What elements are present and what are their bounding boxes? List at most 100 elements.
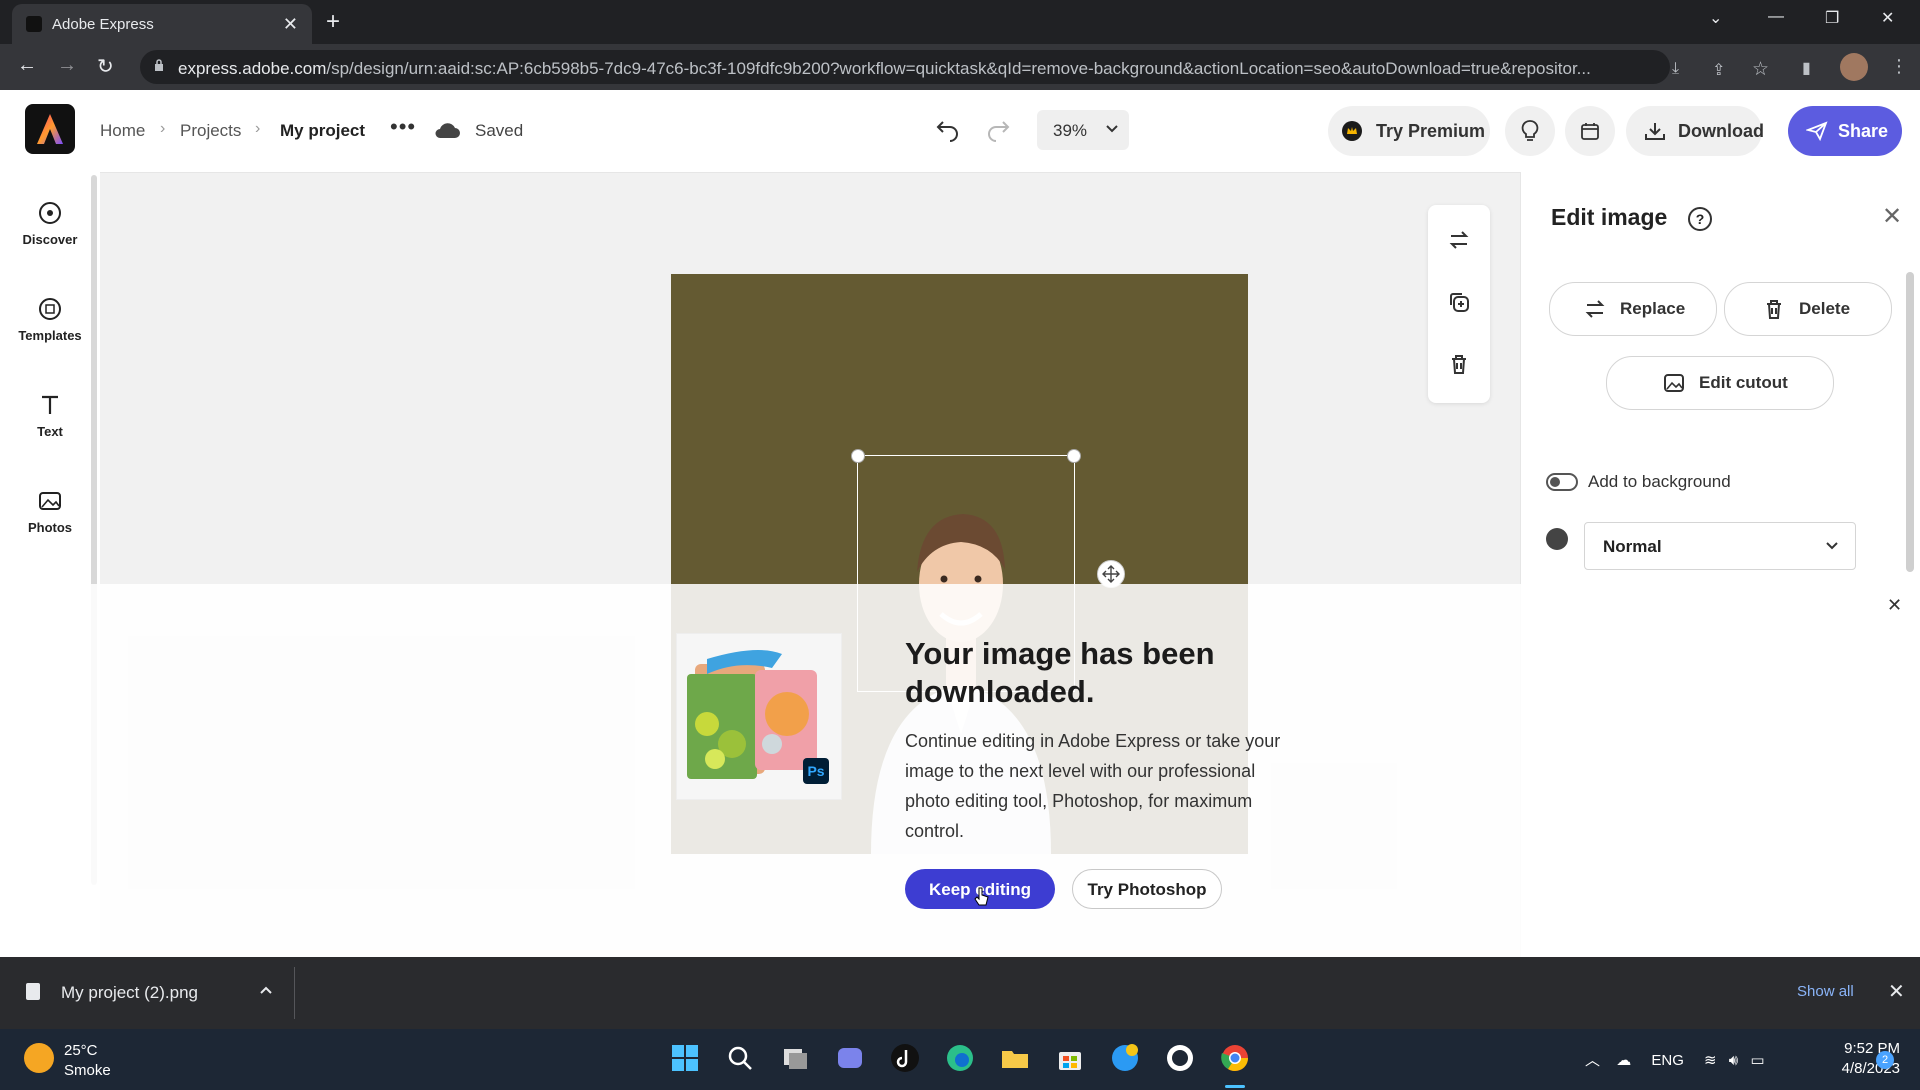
reload-icon[interactable]: ↻ — [97, 54, 114, 79]
breadcrumb-projects[interactable]: Projects — [180, 121, 241, 141]
duplicate-icon[interactable] — [1448, 291, 1470, 313]
share-page-icon[interactable]: ⇪ — [1712, 60, 1725, 80]
close-notice-icon[interactable]: ✕ — [1887, 595, 1902, 616]
browser-tab-bar: Adobe Express ✕ + ⌄ — ❐ ✕ — [0, 0, 1920, 44]
trash-icon — [1767, 300, 1781, 319]
delete-button[interactable]: Delete — [1724, 282, 1892, 336]
schedule-button[interactable] — [1565, 106, 1615, 156]
show-all-link[interactable]: Show all — [1797, 983, 1854, 1000]
close-download-bar-icon[interactable]: ✕ — [1888, 979, 1905, 1004]
tiktok-icon[interactable] — [890, 1043, 920, 1073]
minimize-icon[interactable]: — — [1768, 8, 1784, 26]
forward-icon[interactable]: → — [57, 54, 77, 77]
mouse-cursor-icon — [974, 887, 989, 906]
trash-icon[interactable] — [1448, 353, 1470, 375]
rail-item-text[interactable]: Text — [0, 392, 100, 439]
volume-icon[interactable]: 🔊︎ — [1729, 1052, 1738, 1069]
download-bar: My project (2).png Show all ✕ — [0, 957, 1920, 1029]
file-explorer-icon[interactable] — [1000, 1043, 1030, 1073]
notice-title: Your image has been downloaded. — [905, 636, 1215, 709]
swap-icon — [1585, 300, 1605, 318]
temperature: 25°C — [64, 1042, 98, 1059]
resize-handle-top-right[interactable] — [1067, 449, 1081, 463]
weather-icon[interactable] — [24, 1043, 54, 1073]
url-text: express.adobe.com/sp/design/urn:aaid:sc:… — [178, 59, 1591, 78]
chevron-down-icon — [1826, 542, 1838, 550]
edit-cutout-button[interactable]: Edit cutout — [1606, 356, 1834, 410]
tab-search-icon[interactable]: ⌄ — [1709, 8, 1722, 28]
try-photoshop-button[interactable]: Try Photoshop — [1072, 869, 1222, 909]
task-view-icon[interactable] — [780, 1043, 810, 1073]
cutout-icon — [1664, 374, 1684, 392]
templates-icon — [39, 298, 61, 320]
lock-icon — [155, 59, 163, 71]
chrome-icon[interactable] — [1220, 1043, 1250, 1073]
chevron-down-icon — [1106, 125, 1118, 133]
restore-icon[interactable]: ❐ — [1825, 8, 1839, 28]
app-icon[interactable] — [1165, 1043, 1195, 1073]
close-tab-icon[interactable]: ✕ — [283, 14, 298, 35]
replace-button[interactable]: Replace — [1549, 282, 1717, 336]
system-tray[interactable]: ︿ ☁ ENG ≋ 🔊︎ ▭ — [1585, 1049, 1765, 1070]
install-icon[interactable]: ⤓ — [1672, 60, 1679, 78]
adobe-favicon-icon — [26, 16, 42, 32]
rail-item-photos[interactable]: Photos — [0, 488, 100, 535]
browser-menu-icon[interactable]: ⋮ — [1890, 56, 1908, 77]
tray-chevron-icon[interactable]: ︿ — [1585, 1052, 1600, 1069]
side-panel-icon[interactable]: ▮ — [1802, 58, 1811, 78]
blend-mode-icon — [1546, 528, 1568, 550]
blend-mode-value: Normal — [1603, 537, 1662, 556]
zoom-dropdown[interactable]: 39% — [1037, 110, 1129, 150]
blend-mode-select[interactable]: Normal — [1584, 522, 1856, 570]
language-indicator[interactable]: ENG — [1651, 1052, 1684, 1069]
wifi-icon[interactable]: ≋ — [1704, 1052, 1717, 1069]
text-icon — [42, 395, 58, 414]
replace-swap-icon[interactable] — [1448, 229, 1470, 251]
search-icon[interactable] — [725, 1043, 755, 1073]
bookmark-star-icon[interactable]: ☆ — [1752, 58, 1769, 81]
notification-badge[interactable]: 2 — [1876, 1051, 1894, 1069]
more-options-icon[interactable]: ••• — [390, 114, 416, 140]
rail-item-discover[interactable]: Discover — [0, 200, 100, 247]
windows-start-icon[interactable] — [670, 1043, 700, 1073]
download-button[interactable]: Download — [1626, 106, 1764, 156]
adobe-express-logo[interactable] — [25, 104, 75, 154]
add-to-background-toggle[interactable] — [1546, 473, 1578, 491]
back-icon[interactable]: ← — [17, 54, 37, 77]
url-field[interactable]: express.adobe.com/sp/design/urn:aaid:sc:… — [140, 50, 1670, 84]
share-button[interactable]: Share — [1788, 106, 1902, 156]
browser-tab[interactable]: Adobe Express ✕ — [12, 4, 312, 44]
teams-chat-icon[interactable] — [835, 1043, 865, 1073]
chevron-up-icon[interactable] — [259, 983, 273, 997]
new-tab-icon[interactable]: + — [326, 8, 340, 36]
browser-app-icon[interactable] — [1110, 1043, 1140, 1073]
panel-scrollbar[interactable] — [1906, 272, 1914, 572]
window-close-icon[interactable]: ✕ — [1881, 8, 1894, 28]
chevron-right-icon: › — [160, 120, 166, 137]
breadcrumb-current[interactable]: My project — [280, 121, 365, 141]
downloaded-file-name[interactable]: My project (2).png — [61, 983, 198, 1003]
floating-toolbar — [1428, 205, 1490, 403]
edge-browser-icon[interactable] — [945, 1043, 975, 1073]
onedrive-icon[interactable]: ☁ — [1616, 1052, 1631, 1069]
close-panel-icon[interactable]: ✕ — [1882, 202, 1902, 231]
active-app-indicator — [1225, 1085, 1245, 1088]
add-to-background-label: Add to background — [1588, 472, 1731, 491]
help-icon[interactable]: ? — [1688, 207, 1712, 231]
lightbulb-icon — [1521, 120, 1539, 141]
profile-avatar[interactable] — [1840, 53, 1868, 81]
resize-handle-top-left[interactable] — [851, 449, 865, 463]
photoshop-badge-icon: Ps — [803, 758, 829, 784]
battery-icon[interactable]: ▭ — [1750, 1052, 1764, 1069]
panel-title: Edit image — [1551, 204, 1668, 230]
tab-title: Adobe Express — [52, 16, 154, 33]
redo-icon[interactable] — [985, 116, 1011, 142]
rail-item-templates[interactable]: Templates — [0, 296, 100, 343]
photos-icon — [39, 492, 61, 510]
microsoft-store-icon[interactable] — [1055, 1043, 1085, 1073]
address-bar: ← → ↻ express.adobe.com/sp/design/urn:aa… — [0, 44, 1920, 90]
inspiration-button[interactable] — [1505, 106, 1555, 156]
undo-icon[interactable] — [935, 116, 961, 142]
breadcrumb-home[interactable]: Home — [100, 121, 145, 141]
try-premium-button[interactable]: Try Premium — [1328, 106, 1490, 156]
